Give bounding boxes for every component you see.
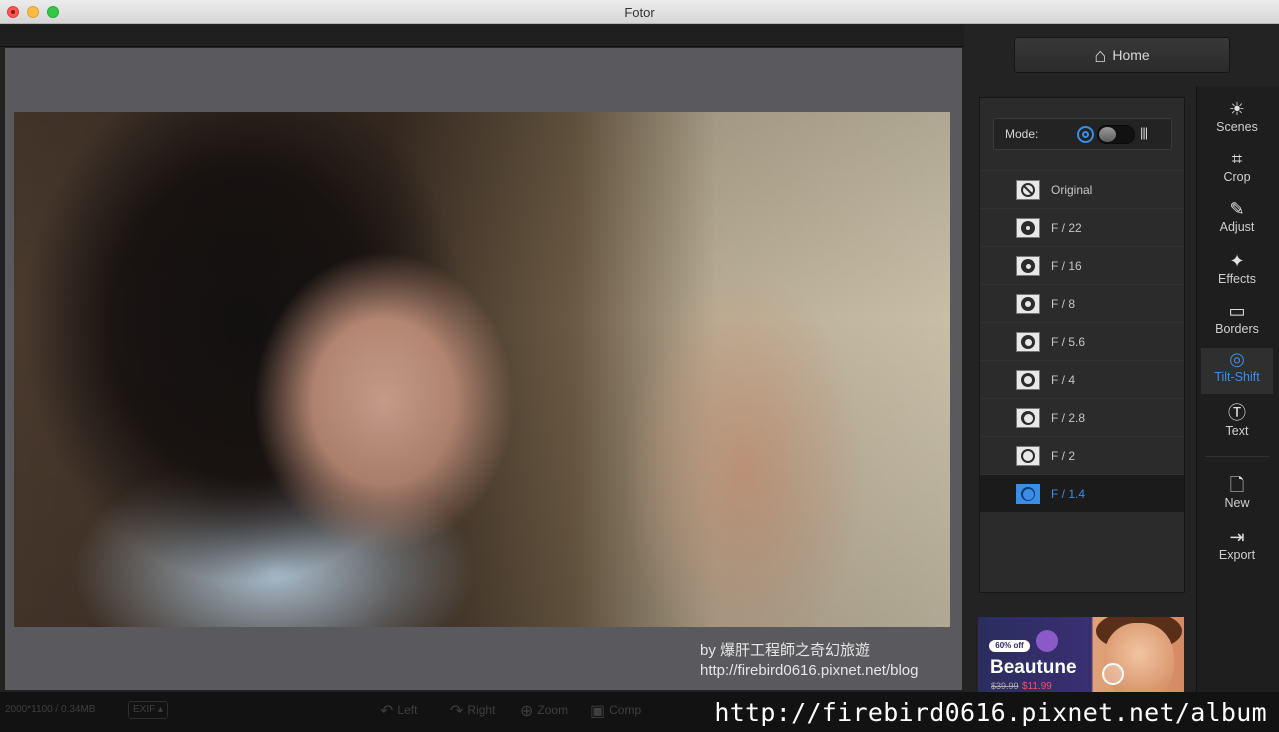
- ad-retouch-ring: [1102, 663, 1124, 685]
- ad-discount-badge: 60% off: [989, 640, 1030, 652]
- album-url-watermark: http://firebird0616.pixnet.net/album: [714, 698, 1267, 727]
- preset-f2[interactable]: F / 2: [980, 436, 1184, 474]
- aperture-icon: [1016, 332, 1040, 352]
- tilt-shift-panel: Mode: ||| Original F / 22 F / 16 F / 8 F…: [979, 97, 1185, 593]
- beautune-ad-banner[interactable]: 60% off Beautune $39.99 $11.99: [978, 617, 1184, 692]
- crop-icon: ⌗: [1231, 149, 1243, 169]
- fotor-window: Fotor by 爆肝工程師之奇幻旅遊 http://firebird0616.…: [0, 0, 1279, 732]
- ad-title: Beautune: [990, 657, 1077, 678]
- no-effect-icon: [1016, 180, 1040, 200]
- home-icon: ⌂: [1094, 45, 1107, 67]
- tool-adjust[interactable]: ✎ Adjust: [1201, 198, 1273, 244]
- aperture-icon: [1016, 294, 1040, 314]
- preset-f1-4[interactable]: F / 1.4: [980, 474, 1184, 512]
- compare-button[interactable]: ▣ Comp: [590, 701, 641, 721]
- watermark-author: by 爆肝工程師之奇幻旅遊: [700, 642, 871, 659]
- preset-f2-8[interactable]: F / 2.8: [980, 398, 1184, 436]
- mode-switch: Mode: |||: [993, 118, 1172, 150]
- home-button[interactable]: ⌂ Home: [1014, 37, 1230, 73]
- aperture-icon: [1016, 218, 1040, 238]
- rotate-right-button[interactable]: ↷ Right: [450, 701, 495, 721]
- target-icon: ◎: [1229, 349, 1245, 369]
- title-bar: Fotor: [0, 0, 1279, 24]
- aperture-preset-list: Original F / 22 F / 16 F / 8 F / 5.6 F /…: [980, 170, 1184, 512]
- preset-f16[interactable]: F / 16: [980, 246, 1184, 284]
- zoom-button[interactable]: ⊕ Zoom: [520, 701, 568, 721]
- rotate-left-button[interactable]: ↶ Left: [380, 701, 417, 721]
- ad-mascot-icon: [1036, 630, 1058, 652]
- aperture-icon: [1016, 370, 1040, 390]
- window-title: Fotor: [624, 5, 655, 20]
- edited-photo[interactable]: [14, 112, 950, 627]
- mode-toggle[interactable]: [1097, 125, 1135, 144]
- document-icon: 🗋: [1229, 475, 1245, 495]
- ad-old-price: $39.99: [991, 681, 1019, 691]
- tool-effects[interactable]: ✦ Effects: [1201, 250, 1273, 296]
- tool-new[interactable]: 🗋 New: [1201, 474, 1273, 520]
- image-size-info: 2000*1100 / 0.34MB: [5, 704, 96, 715]
- preset-f8[interactable]: F / 8: [980, 284, 1184, 322]
- mode-label: Mode:: [1005, 127, 1039, 141]
- tool-divider: [1205, 456, 1269, 457]
- image-canvas[interactable]: [5, 48, 962, 690]
- zoom-icon: ⊕: [520, 703, 534, 720]
- tool-tilt-shift[interactable]: ◎ Tilt-Shift: [1201, 348, 1273, 394]
- rotate-left-icon: ↶: [380, 703, 394, 720]
- aperture-icon: [1016, 408, 1040, 428]
- radial-mode-icon[interactable]: [1077, 126, 1094, 143]
- frame-icon: ▭: [1228, 301, 1246, 321]
- text-icon: Ⓣ: [1228, 403, 1246, 423]
- photo-watermark: by 爆肝工程師之奇幻旅遊 http://firebird0616.pixnet…: [700, 641, 918, 681]
- aperture-icon: [1016, 446, 1040, 466]
- exif-button[interactable]: EXIF ▴: [128, 701, 168, 719]
- watermark-url: http://firebird0616.pixnet.net/blog: [700, 662, 919, 679]
- export-icon: ⇥: [1229, 527, 1245, 547]
- preset-f22[interactable]: F / 22: [980, 208, 1184, 246]
- tool-borders[interactable]: ▭ Borders: [1201, 300, 1273, 346]
- pencil-icon: ✎: [1229, 199, 1245, 219]
- preset-original[interactable]: Original: [980, 170, 1184, 208]
- tool-crop[interactable]: ⌗ Crop: [1201, 148, 1273, 194]
- sun-icon: ☀: [1228, 99, 1246, 119]
- tool-scenes[interactable]: ☀ Scenes: [1201, 98, 1273, 144]
- photo-vignette: [14, 112, 950, 627]
- aperture-icon: [1016, 484, 1040, 504]
- compare-icon: ▣: [590, 703, 606, 720]
- rotate-right-icon: ↷: [450, 703, 464, 720]
- tool-text[interactable]: Ⓣ Text: [1201, 402, 1273, 448]
- preset-f5-6[interactable]: F / 5.6: [980, 322, 1184, 360]
- toggle-knob: [1099, 127, 1116, 142]
- sparkle-icon: ✦: [1229, 251, 1245, 271]
- preset-f4[interactable]: F / 4: [980, 360, 1184, 398]
- aperture-icon: [1016, 256, 1040, 276]
- canvas-top-strip: [0, 25, 964, 47]
- tool-export[interactable]: ⇥ Export: [1201, 526, 1273, 572]
- ad-new-price: $11.99: [1022, 681, 1052, 692]
- tool-column: ☀ Scenes ⌗ Crop ✎ Adjust ✦ Effects ▭ Borders …: [1196, 86, 1279, 692]
- linear-mode-icon[interactable]: |||: [1140, 125, 1148, 140]
